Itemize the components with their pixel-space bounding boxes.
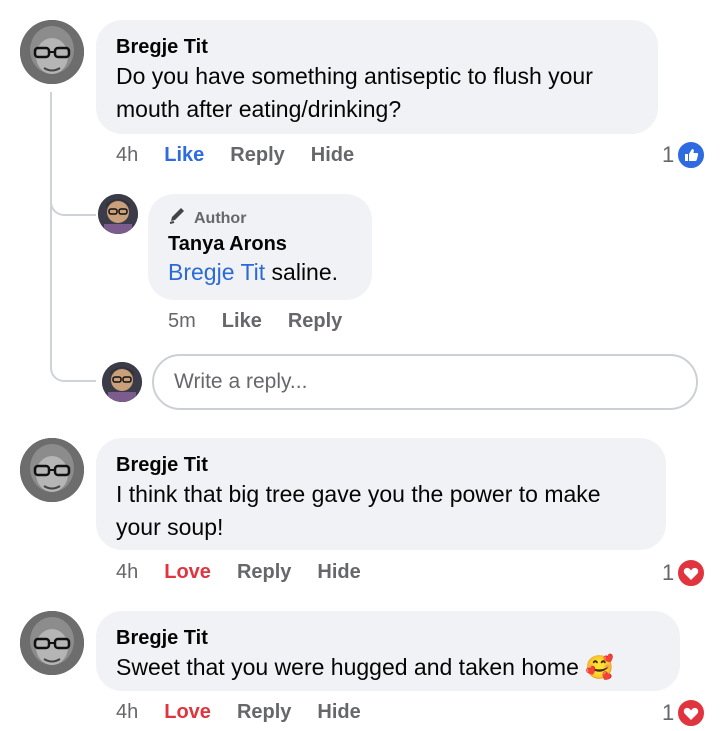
- avatar[interactable]: [98, 194, 138, 234]
- hide-button[interactable]: Hide: [317, 701, 360, 724]
- reply-button[interactable]: Reply: [230, 144, 284, 167]
- like-button[interactable]: Like: [164, 144, 204, 167]
- love-button[interactable]: Love: [164, 701, 211, 724]
- comment-actions: 5m Like Reply: [168, 310, 342, 333]
- avatar-image: [102, 362, 142, 402]
- comment-time[interactable]: 4h: [116, 144, 138, 167]
- thread-line: [50, 92, 52, 364]
- author-badge-label: Author: [194, 209, 247, 227]
- reaction-count: 1: [662, 142, 675, 167]
- current-user-avatar[interactable]: [102, 362, 142, 402]
- comment-text: Do you have something antiseptic to flus…: [116, 63, 593, 122]
- comment-time[interactable]: 5m: [168, 310, 196, 333]
- thread-connector: [50, 196, 96, 216]
- avatar-image: [98, 194, 138, 234]
- avatar-image: [20, 611, 84, 675]
- comment-text: I think that big tree gave you the power…: [116, 481, 601, 540]
- smiling-face-with-hearts-emoji: 🥰: [585, 654, 614, 680]
- like-icon: [676, 140, 707, 170]
- comment-bubble: Bregje Tit Sweet that you were hugged an…: [96, 611, 680, 691]
- reaction-count: 1: [662, 560, 675, 585]
- author-badge: Author: [168, 206, 352, 231]
- reply-input[interactable]: Write a reply...: [152, 354, 698, 410]
- reaction-summary[interactable]: 1: [662, 698, 707, 728]
- comment-bubble: Bregje Tit I think that big tree gave yo…: [96, 438, 666, 550]
- mention-link[interactable]: Bregje Tit: [168, 259, 265, 285]
- comment-author[interactable]: Bregje Tit: [116, 625, 660, 651]
- avatar[interactable]: [20, 20, 84, 84]
- avatar[interactable]: [20, 438, 84, 502]
- like-button[interactable]: Like: [222, 310, 262, 333]
- avatar[interactable]: [20, 611, 84, 675]
- love-button[interactable]: Love: [164, 561, 211, 584]
- comment-actions: 4h Like Reply Hide: [116, 144, 354, 167]
- comment-time[interactable]: 4h: [116, 701, 138, 724]
- reply-placeholder: Write a reply...: [174, 370, 308, 393]
- comment-text: Bregje Tit saline.: [168, 257, 352, 287]
- reply-button[interactable]: Reply: [237, 561, 291, 584]
- pencil-icon: [168, 206, 188, 231]
- comment-bubble: Author Tanya Arons Bregje Tit saline.: [148, 194, 372, 300]
- comment-author[interactable]: Bregje Tit: [116, 452, 646, 478]
- comment-text-body: Sweet that you were hugged and taken hom…: [116, 654, 586, 680]
- reaction-summary[interactable]: 1: [662, 558, 707, 588]
- comment-text: Sweet that you were hugged and taken hom…: [116, 651, 660, 684]
- reply-button[interactable]: Reply: [288, 310, 342, 333]
- comment-bubble: Bregje Tit Do you have something antisep…: [96, 20, 658, 134]
- comment-time[interactable]: 4h: [116, 561, 138, 584]
- comment-text-body: saline.: [265, 259, 339, 285]
- comment-author[interactable]: Tanya Arons: [168, 231, 352, 257]
- reaction-count: 1: [662, 700, 675, 725]
- comment-actions: 4h Love Reply Hide: [116, 561, 361, 584]
- reaction-summary[interactable]: 1: [662, 140, 707, 170]
- heart-icon: [676, 698, 707, 728]
- heart-icon: [676, 558, 707, 588]
- reply-button[interactable]: Reply: [237, 701, 291, 724]
- hide-button[interactable]: Hide: [311, 144, 354, 167]
- thread-connector: [50, 362, 96, 382]
- comment-author[interactable]: Bregje Tit: [116, 34, 638, 60]
- comment-actions: 4h Love Reply Hide: [116, 701, 361, 724]
- avatar-image: [20, 20, 84, 84]
- hide-button[interactable]: Hide: [317, 561, 360, 584]
- avatar-image: [20, 438, 84, 502]
